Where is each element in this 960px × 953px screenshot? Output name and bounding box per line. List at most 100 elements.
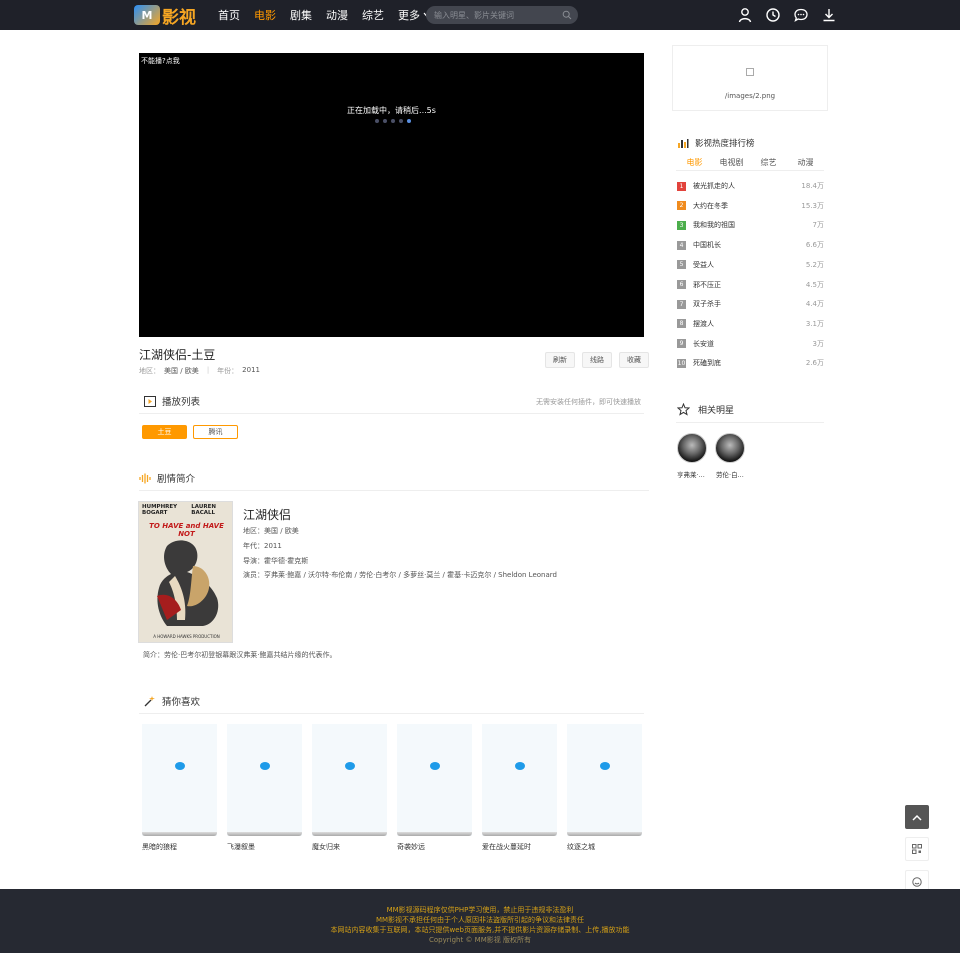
info-title: 江湖侠侣 — [243, 508, 292, 522]
recommend-title[interactable]: 飞瀑叙墨 — [227, 842, 255, 852]
message-icon[interactable] — [793, 7, 809, 23]
nav-item-variety[interactable]: 综艺 — [362, 7, 384, 23]
poster-artwork — [157, 540, 219, 626]
rank-item[interactable]: 5 受益人 5.2万 — [677, 259, 824, 271]
back-to-top-button[interactable] — [905, 805, 929, 829]
avatar[interactable] — [715, 433, 745, 463]
rank-title[interactable]: 中国机长 — [693, 240, 806, 250]
recommend-card[interactable] — [312, 724, 387, 836]
nav-item-movie[interactable]: 电影 — [254, 7, 276, 23]
rank-count: 4.4万 — [805, 300, 824, 309]
nav-more-label: 更多 — [398, 9, 420, 22]
nav-item-anime[interactable]: 动漫 — [326, 7, 348, 23]
search-input[interactable] — [434, 6, 554, 24]
recommend-card[interactable] — [227, 724, 302, 836]
nav-item-series[interactable]: 剧集 — [290, 7, 312, 23]
recommend-title[interactable]: 爱在战火蔓延时 — [482, 842, 531, 852]
recommend-card[interactable] — [567, 724, 642, 836]
refresh-button[interactable]: 刷新 — [545, 352, 575, 368]
avatar[interactable] — [677, 433, 707, 463]
tab-anime[interactable]: 动漫 — [787, 157, 824, 168]
rank-number: 3 — [677, 220, 686, 230]
rank-item[interactable]: 4 中国机长 6.6万 — [677, 239, 824, 251]
stars-heading: 相关明星 — [677, 403, 734, 416]
ad-banner[interactable]: /images/2.png — [672, 45, 828, 111]
recommend-title[interactable]: 奇袭妙远 — [397, 842, 425, 852]
info-region: 地区：美国 / 欧美 — [243, 527, 299, 535]
rank-title[interactable]: 被光抓走的人 — [693, 181, 801, 191]
rank-item[interactable]: 1 被光抓走的人 18.4万 — [677, 180, 824, 192]
star-name[interactable]: 亨弗莱·... — [677, 469, 705, 479]
poster-credit: A HOWARD HAWKS PRODUCTION — [153, 634, 220, 639]
synopsis-heading-text: 剧情简介 — [157, 474, 196, 485]
rank-title[interactable]: 邪不压正 — [693, 280, 806, 290]
download-icon[interactable] — [821, 7, 837, 23]
synopsis-heading: 剧情简介 — [139, 471, 195, 485]
loading-dot — [515, 762, 525, 770]
rank-count: 3.1万 — [805, 319, 824, 328]
rank-number: 10 — [677, 358, 686, 368]
rank-item[interactable]: 3 我和我的祖国 7万 — [677, 219, 824, 231]
video-player[interactable]: 不能播?点我 正在加载中，请稍后...5s — [139, 53, 644, 337]
logo-text: 影视 — [162, 7, 196, 28]
rank-number: 9 — [677, 339, 686, 349]
recommend-heading-text: 猜你喜欢 — [162, 697, 201, 708]
rank-count: 2.6万 — [805, 359, 824, 368]
rank-title[interactable]: 受益人 — [693, 260, 806, 270]
recommend-card[interactable] — [397, 724, 472, 836]
player-error-link[interactable]: 不能播?点我 — [141, 56, 180, 66]
video-actions: 刷新 线路 收藏 — [545, 352, 649, 368]
user-icon[interactable] — [737, 7, 753, 23]
recommend-title[interactable]: 魔女归来 — [312, 842, 340, 852]
rank-count: 15.3万 — [801, 201, 824, 210]
region-value: 美国 / 欧美 — [164, 367, 199, 375]
divider — [676, 170, 824, 171]
star-name[interactable]: 劳伦·白... — [716, 469, 744, 479]
rank-title[interactable]: 摆渡人 — [693, 319, 806, 329]
rank-item[interactable]: 10 死磕到底 2.6万 — [677, 357, 824, 369]
star-icon — [677, 403, 690, 416]
rank-title[interactable]: 我和我的祖国 — [693, 220, 813, 230]
rank-heading-text: 影视热度排行榜 — [695, 139, 755, 149]
search-icon[interactable] — [562, 10, 572, 20]
playlist-icon — [144, 395, 156, 407]
recommend-card[interactable] — [482, 724, 557, 836]
recommend-title[interactable]: 黑暗的狼程 — [142, 842, 177, 852]
loading-indicator — [375, 119, 411, 123]
recommend-title[interactable]: 纹逐之城 — [567, 842, 595, 852]
rank-tabs: 电影 电视剧 综艺 动漫 — [676, 157, 824, 168]
rank-title[interactable]: 大约在冬季 — [693, 201, 801, 211]
rank-title[interactable]: 长安道 — [693, 339, 813, 349]
tab-movie[interactable]: 电影 — [676, 157, 713, 168]
stars-heading-text: 相关明星 — [698, 406, 735, 416]
tab-tv[interactable]: 电视剧 — [713, 157, 750, 168]
history-icon[interactable] — [765, 7, 781, 23]
player-loading-text: 正在加载中，请稍后...5s — [347, 106, 436, 115]
rank-item[interactable]: 2 大约在冬季 15.3万 — [677, 200, 824, 212]
route-button[interactable]: 线路 — [582, 352, 612, 368]
info-director: 导演：霍华德·霍克斯 — [243, 557, 309, 565]
divider — [139, 490, 649, 491]
rank-count: 18.4万 — [801, 182, 824, 190]
qrcode-button[interactable] — [905, 837, 929, 861]
rank-title[interactable]: 双子杀手 — [693, 299, 806, 309]
rank-item[interactable]: 8 摆渡人 3.1万 — [677, 318, 824, 330]
rank-item[interactable]: 9 长安道 3万 — [677, 338, 824, 350]
site-logo[interactable]: M 影视 — [134, 4, 196, 28]
favorite-button[interactable]: 收藏 — [619, 352, 649, 368]
source-tudou[interactable]: 土豆 — [142, 425, 187, 439]
rank-count: 6.6万 — [805, 241, 824, 250]
rank-number: 8 — [677, 319, 686, 329]
info-year: 年代：2011 — [243, 542, 282, 550]
main-nav: 首页 电影 剧集 动漫 综艺 更多 — [218, 0, 445, 30]
rank-number: 7 — [677, 299, 686, 309]
source-tencent[interactable]: 腾讯 — [193, 425, 238, 439]
rank-item[interactable]: 6 邪不压正 4.5万 — [677, 279, 824, 291]
recommend-card[interactable] — [142, 724, 217, 836]
rank-item[interactable]: 7 双子杀手 4.4万 — [677, 298, 824, 310]
footer-line: 本网站内容收集于互联网，本站只提供web页面服务,并不提供影片资源存储录制、上传… — [330, 926, 630, 934]
rank-title[interactable]: 死磕到底 — [693, 358, 806, 368]
broken-image-icon — [746, 68, 754, 76]
tab-variety[interactable]: 综艺 — [750, 157, 787, 168]
nav-item-home[interactable]: 首页 — [218, 7, 240, 23]
